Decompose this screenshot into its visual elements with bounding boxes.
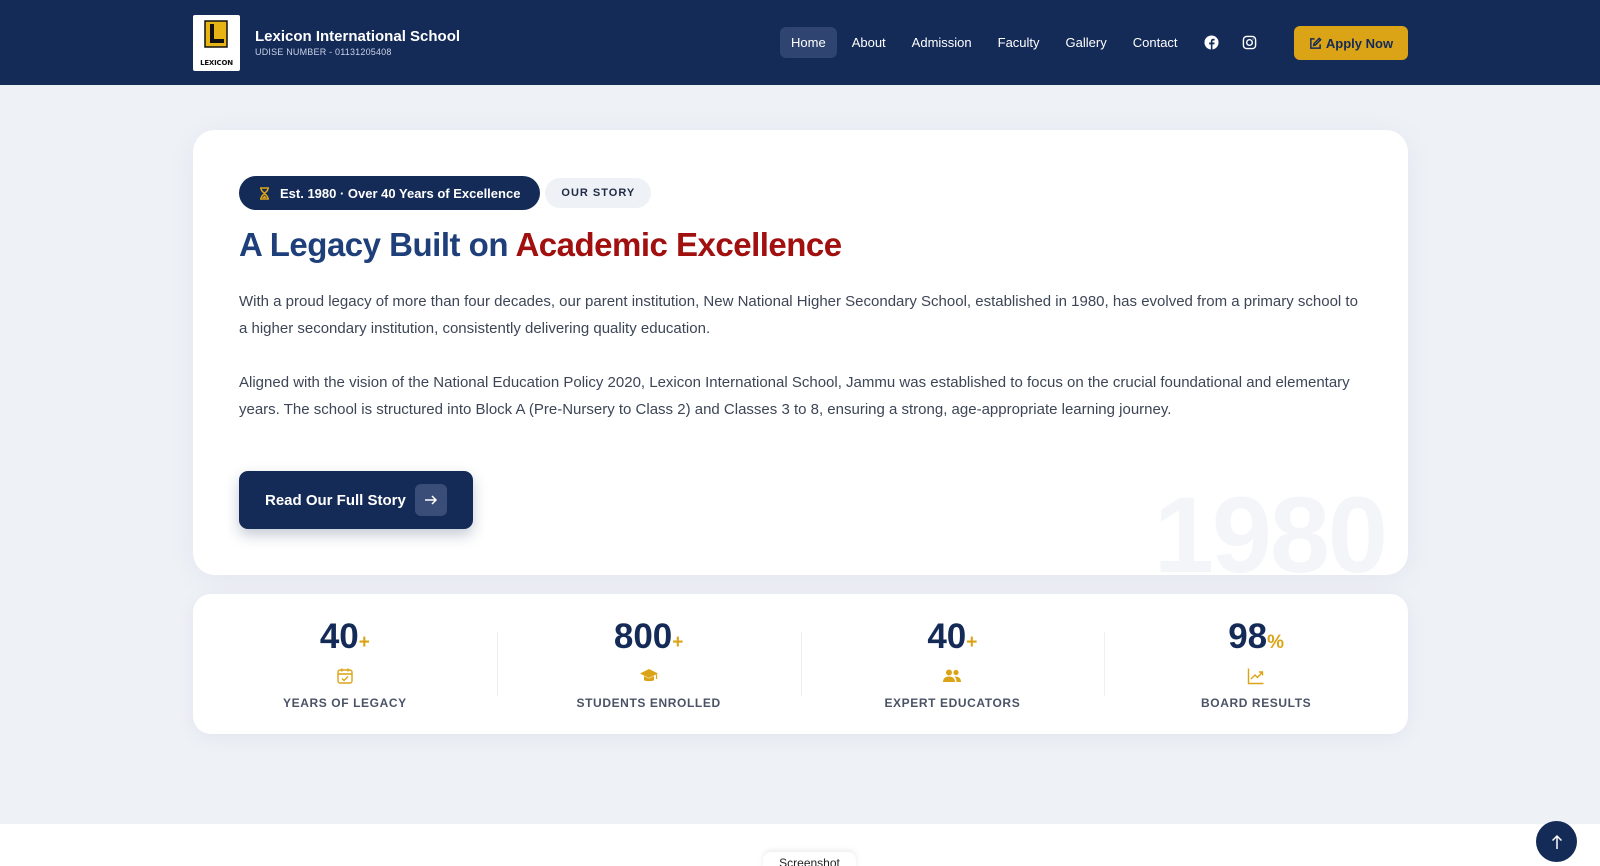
- stat-value: 40: [319, 617, 359, 656]
- instagram-icon[interactable]: [1242, 35, 1258, 51]
- stat-suffix: +: [672, 632, 684, 653]
- page-title: A Legacy Built on Academic Excellence: [239, 226, 842, 264]
- read-full-story-button[interactable]: Read Our Full Story: [239, 471, 473, 529]
- nav-admission[interactable]: Admission: [901, 27, 983, 58]
- arrow-right-icon: [415, 484, 447, 516]
- udise-number: UDISE NUMBER - 01131205408: [255, 46, 392, 57]
- stat-label: YEARS OF LEGACY: [283, 696, 407, 710]
- school-name: Lexicon International School: [255, 27, 461, 45]
- calendar-check-icon: [335, 666, 355, 686]
- users-icon: [942, 666, 962, 686]
- edit-icon: [1310, 36, 1322, 49]
- stat-value: 98: [1228, 617, 1268, 656]
- logo-emblem-icon: [204, 20, 228, 48]
- our-story-card: 1980 Est. 1980 · Over 40 Years of Excell…: [193, 130, 1408, 575]
- stat-students-enrolled: 800+ STUDENTS ENROLLED: [496, 594, 801, 734]
- arrow-up-icon: [1551, 834, 1562, 849]
- nav-gallery[interactable]: Gallery: [1055, 27, 1118, 58]
- nav-faculty[interactable]: Faculty: [987, 27, 1051, 58]
- apply-now-button[interactable]: Apply Now: [1294, 26, 1408, 60]
- chart-line-icon: [1246, 666, 1266, 686]
- logo-text: LEXICON: [200, 59, 233, 67]
- year-watermark: 1980: [1153, 474, 1388, 575]
- established-badge: Est. 1980 · Over 40 Years of Excellence: [239, 176, 541, 210]
- brand[interactable]: LEXICON Lexicon International School UDI…: [193, 15, 460, 71]
- stat-label: EXPERT EDUCATORS: [884, 696, 1021, 710]
- stat-years-of-legacy: 40+ YEARS OF LEGACY: [193, 594, 497, 734]
- school-logo: LEXICON: [193, 15, 240, 71]
- stat-expert-educators: 40+ EXPERT EDUCATORS: [800, 594, 1105, 734]
- stat-suffix: +: [358, 632, 370, 653]
- hourglass-icon: [260, 186, 269, 200]
- stat-label: STUDENTS ENROLLED: [576, 696, 721, 710]
- story-paragraph-1: With a proud legacy of more than four de…: [239, 293, 1358, 337]
- stat-suffix: %: [1267, 632, 1285, 653]
- established-badge-text: Est. 1980 · Over 40 Years of Excellence: [280, 185, 521, 201]
- our-story-tag: OUR STORY: [545, 178, 652, 208]
- screenshot-tab[interactable]: Screenshot: [763, 852, 856, 866]
- nav-contact[interactable]: Contact: [1122, 27, 1189, 58]
- navbar: LEXICON Lexicon International School UDI…: [0, 0, 1600, 85]
- stat-value: 40: [927, 617, 967, 656]
- story-paragraph-2: Aligned with the vision of the National …: [239, 374, 1350, 418]
- stat-label: BOARD RESULTS: [1201, 696, 1312, 710]
- apply-now-label: Apply Now: [1325, 35, 1394, 51]
- stat-board-results: 98% BOARD RESULTS: [1104, 594, 1408, 734]
- graduation-cap-icon: [639, 666, 659, 686]
- nav-about[interactable]: About: [841, 27, 897, 58]
- stats-card: 40+ YEARS OF LEGACY 800+ STUDENTS ENROLL…: [193, 594, 1408, 734]
- headline-part2: Academic Excellence: [515, 226, 842, 263]
- read-full-story-label: Read Our Full Story: [265, 491, 406, 509]
- scroll-to-top-button[interactable]: [1536, 821, 1577, 862]
- facebook-icon[interactable]: [1204, 35, 1220, 51]
- stat-value: 800: [613, 617, 673, 656]
- stat-suffix: +: [966, 632, 978, 653]
- headline-part1: A Legacy Built on: [239, 226, 508, 263]
- main-nav: Home About Admission Faculty Gallery Con…: [780, 27, 1269, 58]
- nav-home[interactable]: Home: [780, 27, 837, 58]
